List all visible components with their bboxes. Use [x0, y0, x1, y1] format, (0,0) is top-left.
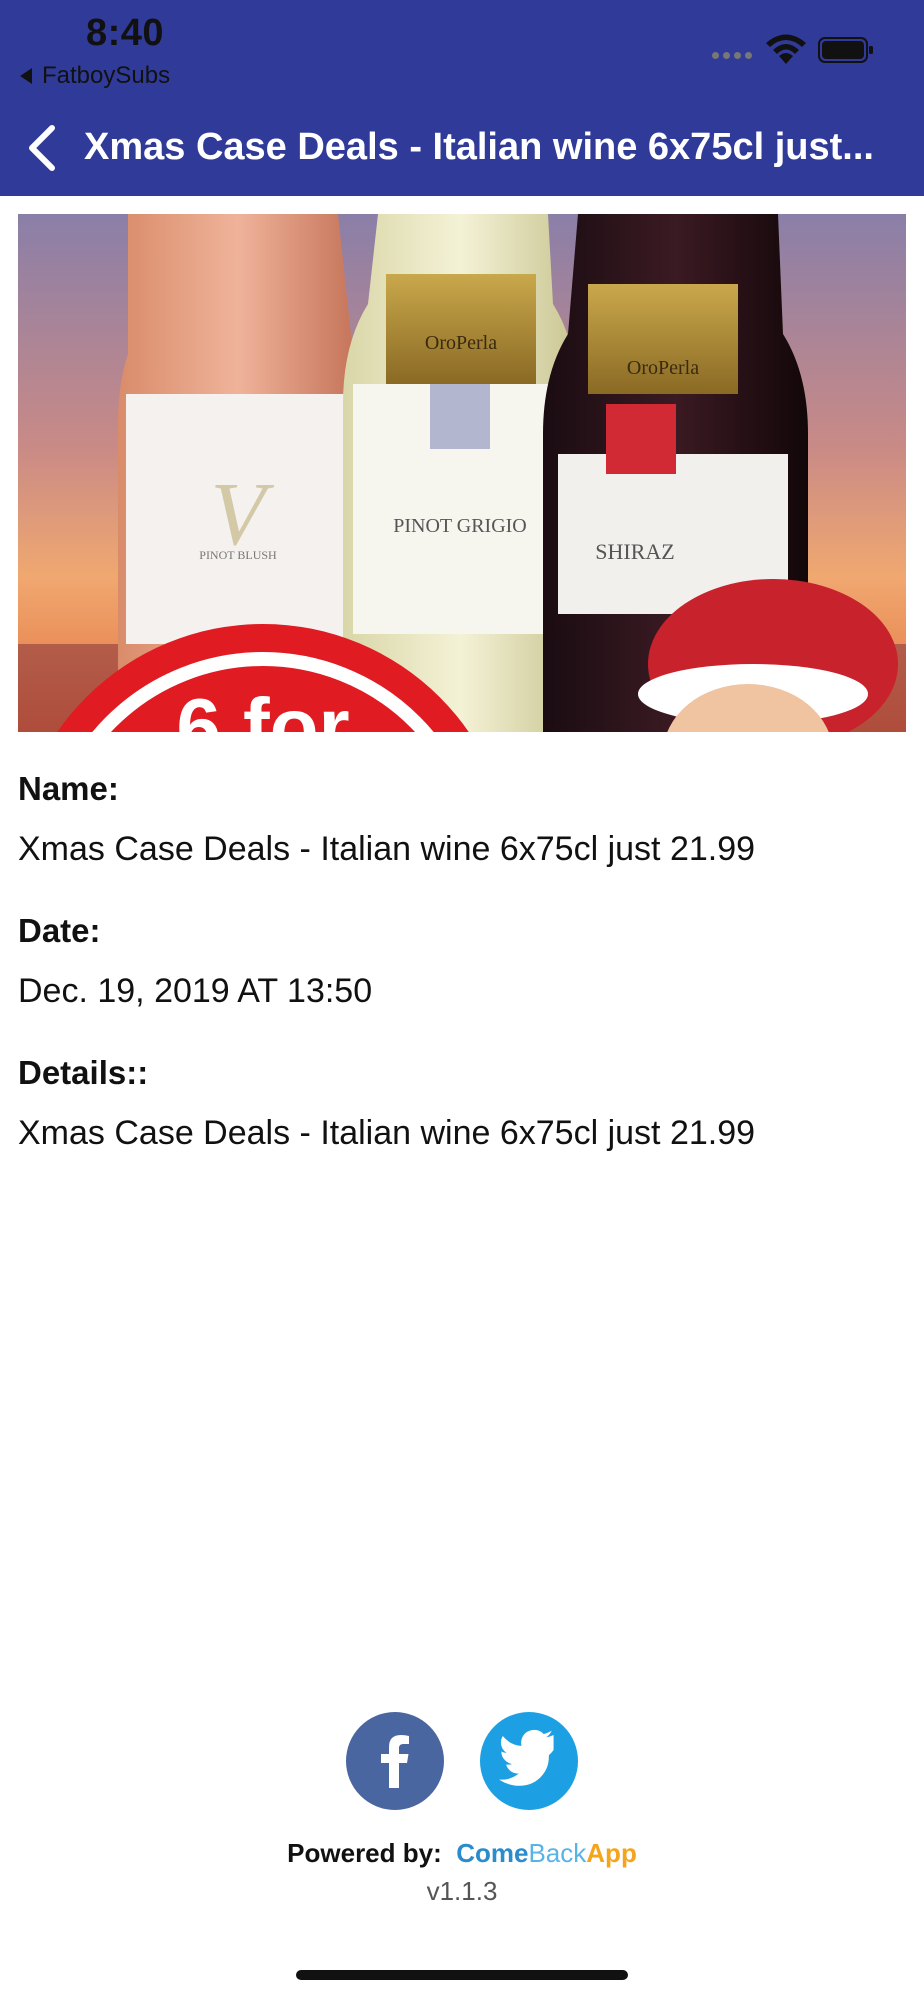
facebook-icon: [381, 1735, 409, 1788]
name-value: Xmas Case Deals - Italian wine 6x75cl ju…: [18, 830, 756, 868]
shiraz-label: SHIRAZ: [595, 539, 674, 564]
name-label: Name:: [18, 770, 119, 807]
home-indicator[interactable]: [296, 1970, 628, 1980]
navigation-bar: Xmas Case Deals - Italian wine 6x75cl ju…: [0, 100, 924, 196]
back-to-app-link[interactable]: FatboySubs: [20, 62, 170, 90]
details-label: Details::: [18, 1054, 149, 1091]
app-version: v1.1.3: [426, 1876, 498, 1906]
chevron-left-icon[interactable]: [22, 120, 62, 176]
cellular-signal-icon: [712, 52, 752, 59]
powered-by: Powered by: ComeBackApp: [0, 1838, 924, 1869]
date-value: Dec. 19, 2019 AT 13:50: [18, 972, 373, 1010]
wifi-icon: [766, 34, 806, 64]
svg-text:PINOT BLUSH: PINOT BLUSH: [199, 548, 277, 562]
comebackapp-link[interactable]: ComeBackApp: [449, 1838, 637, 1868]
facebook-share-button[interactable]: [346, 1712, 444, 1810]
back-triangle-icon: [20, 68, 32, 84]
brand-text-2: OroPerla: [627, 357, 699, 379]
powered-by-label: Powered by:: [287, 1838, 442, 1868]
twitter-share-button[interactable]: [480, 1712, 578, 1810]
battery-icon: [818, 37, 873, 63]
brand-back: Back: [528, 1838, 587, 1868]
badge-text: 6 for: [176, 682, 349, 732]
page-title: Xmas Case Deals - Italian wine 6x75cl ju…: [84, 126, 874, 168]
status-bar: 8:40 FatboySubs: [0, 0, 924, 100]
twitter-icon: [499, 1729, 554, 1786]
back-app-label: FatboySubs: [42, 62, 171, 89]
pinot-grigio-label: PINOT GRIGIO: [393, 515, 527, 537]
brand-text: OroPerla: [425, 332, 497, 354]
details-value: Xmas Case Deals - Italian wine 6x75cl ju…: [18, 1114, 756, 1152]
status-time: 8:40: [86, 12, 165, 54]
brand-app: App: [586, 1838, 637, 1868]
date-label: Date:: [18, 912, 101, 949]
wine-bottles-illustration: V PINOT BLUSH OroPerla PINOT GRIGIO OroP…: [18, 214, 906, 732]
brand-come: Come: [456, 1838, 529, 1868]
deal-image: V PINOT BLUSH OroPerla PINOT GRIGIO OroP…: [18, 214, 906, 732]
